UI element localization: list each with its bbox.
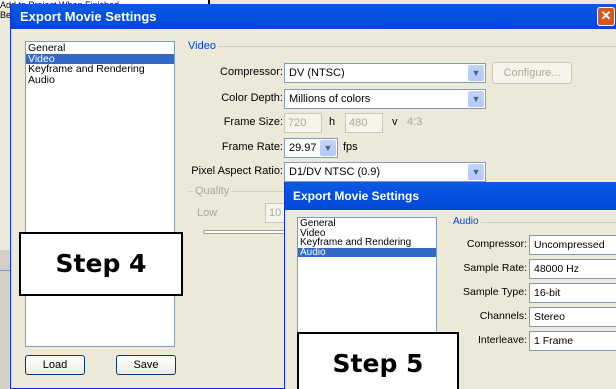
channels-label: Channels: xyxy=(479,310,527,322)
channels-select[interactable]: Stereo xyxy=(529,307,616,327)
step-4-callout: Step 4 xyxy=(19,232,183,296)
chevron-down-icon: ▼ xyxy=(468,91,484,107)
dialog-titlebar: Export Movie Settings xyxy=(11,4,616,29)
close-button[interactable]: ✕ xyxy=(597,7,615,26)
audio-group-label: Audio xyxy=(451,216,481,227)
quality-slider[interactable] xyxy=(203,230,293,234)
step-5-callout: Step 5 xyxy=(297,332,459,389)
pixel-aspect-value: D1/DV NTSC (0.9) xyxy=(289,166,381,178)
v-label: v xyxy=(392,116,398,128)
chevron-down-icon: ▼ xyxy=(320,140,336,156)
chevron-down-icon: ▼ xyxy=(468,164,484,180)
color-depth-value: Millions of colors xyxy=(289,93,371,105)
category-general[interactable]: General xyxy=(26,43,174,54)
category-list[interactable]: General Video Keyframe and Rendering Aud… xyxy=(25,41,175,347)
sample-rate-select[interactable]: 48000 Hz xyxy=(529,259,616,279)
chevron-down-icon: ▼ xyxy=(468,65,484,81)
sample-rate-label: Sample Rate: xyxy=(463,262,527,274)
audio-compressor-select[interactable]: Uncompressed xyxy=(529,235,616,255)
compressor-select[interactable]: DV (NTSC) ▼ xyxy=(284,63,486,83)
compressor-label: Compressor: xyxy=(220,66,283,78)
audio-dialog-titlebar: Export Movie Settings xyxy=(285,182,616,210)
audio-compressor-label: Compressor: xyxy=(466,238,527,250)
pixel-aspect-label: Pixel Aspect Ratio: xyxy=(191,165,283,177)
sample-type-select[interactable]: 16-bit xyxy=(529,283,616,303)
video-group-border xyxy=(191,46,616,47)
category-keyframe-rendering[interactable]: Keyframe and Rendering xyxy=(26,64,174,75)
video-group-label: Video xyxy=(186,40,218,52)
frame-width-field[interactable]: 720 xyxy=(284,113,322,133)
category-audio[interactable]: Audio xyxy=(26,74,174,86)
save-button[interactable]: Save xyxy=(116,355,176,375)
compressor-value: DV (NTSC) xyxy=(289,67,345,79)
dialog-title: Export Movie Settings xyxy=(20,9,157,24)
audio-settings-dialog: Export Movie Settings General Video Keyf… xyxy=(284,182,616,389)
pixel-aspect-select[interactable]: D1/DV NTSC (0.9) ▼ xyxy=(284,162,486,182)
quality-group-label: Quality xyxy=(193,185,232,197)
interleave-select[interactable]: 1 Frame xyxy=(529,331,616,351)
load-button[interactable]: Load xyxy=(25,355,85,375)
h-label: h xyxy=(329,116,336,128)
category-audio[interactable]: Audio xyxy=(298,247,436,257)
aspect-ratio-text: 4:3 xyxy=(407,116,423,128)
fps-label: fps xyxy=(343,141,358,153)
frame-rate-value: 29.97 xyxy=(289,142,317,154)
frame-size-label: Frame Size: xyxy=(223,116,283,128)
audio-dialog-title: Export Movie Settings xyxy=(293,189,420,203)
quality-low-label: Low xyxy=(197,207,218,219)
frame-rate-label: Frame Rate: xyxy=(221,141,283,153)
configure-button[interactable]: Configure... xyxy=(492,62,572,84)
sample-type-label: Sample Type: xyxy=(462,286,527,298)
color-depth-select[interactable]: Millions of colors ▼ xyxy=(284,89,486,109)
frame-height-field[interactable]: 480 xyxy=(345,113,383,133)
frame-rate-select[interactable]: 29.97 ▼ xyxy=(284,138,338,158)
color-depth-label: Color Depth: xyxy=(221,92,283,104)
